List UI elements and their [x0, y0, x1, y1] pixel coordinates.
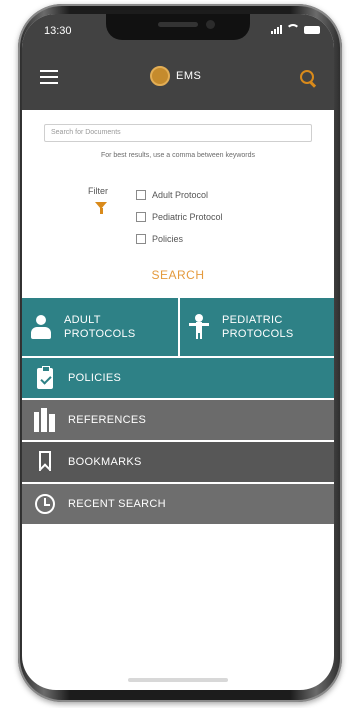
app-header: EMS: [22, 48, 334, 110]
adult-protocols-tile[interactable]: ADULT PROTOCOLS: [22, 298, 178, 356]
tile-label: ADULT PROTOCOLS: [64, 313, 136, 341]
checkbox-policies[interactable]: Policies: [136, 228, 223, 250]
filter-options: Adult Protocol Pediatric Protocol Polici…: [136, 184, 223, 250]
brand: EMS: [150, 66, 201, 86]
bookmarks-tile[interactable]: BOOKMARKS: [22, 440, 334, 482]
clipboard-icon: [32, 365, 58, 391]
checkbox-label: Pediatric Protocol: [152, 212, 223, 222]
checkbox-adult-protocol[interactable]: Adult Protocol: [136, 184, 223, 206]
checkbox-label: Policies: [152, 234, 184, 244]
tile-label-line: PROTOCOLS: [64, 328, 136, 340]
checkbox-box[interactable]: [136, 212, 146, 222]
bookmark-icon: [32, 449, 58, 475]
app-screen: 13:30 EMS Search for Documents For best …: [22, 14, 334, 690]
policies-tile[interactable]: POLICIES: [22, 356, 334, 398]
tile-label-line: PROTOCOLS: [222, 328, 294, 340]
phone-notch: [106, 14, 250, 40]
tile-label: POLICIES: [68, 372, 122, 384]
checkbox-box[interactable]: [136, 234, 146, 244]
protocol-row: ADULT PROTOCOLS PEDIATRIC PROTOCOLS: [22, 298, 334, 356]
brand-title: EMS: [176, 70, 202, 82]
status-time: 13:30: [44, 25, 72, 37]
battery-icon: [304, 26, 320, 34]
books-icon: [32, 407, 58, 433]
filter-icon: [95, 202, 107, 214]
logo-icon: [150, 66, 170, 86]
child-icon: [186, 314, 212, 340]
tile-label-line: ADULT: [64, 314, 101, 326]
checkbox-label: Adult Protocol: [152, 190, 209, 200]
menu-tiles: ADULT PROTOCOLS PEDIATRIC PROTOCOLS POLI…: [22, 298, 334, 524]
clock-icon: [32, 491, 58, 517]
camera: [206, 20, 215, 29]
signal-icon: [271, 25, 282, 34]
search-input[interactable]: Search for Documents: [44, 124, 312, 142]
search-icon[interactable]: [300, 70, 317, 88]
search-button[interactable]: SEARCH: [22, 268, 334, 282]
menu-icon[interactable]: [40, 70, 58, 84]
status-icons: [271, 24, 320, 34]
home-indicator: [128, 678, 228, 682]
speaker: [158, 22, 198, 27]
references-tile[interactable]: REFERENCES: [22, 398, 334, 440]
person-icon: [28, 314, 54, 340]
pediatric-protocols-tile[interactable]: PEDIATRIC PROTOCOLS: [178, 298, 334, 356]
checkbox-box[interactable]: [136, 190, 146, 200]
tile-label-line: PEDIATRIC: [222, 314, 283, 326]
tile-label: REFERENCES: [68, 414, 147, 426]
tile-label: BOOKMARKS: [68, 456, 142, 468]
tile-label: PEDIATRIC PROTOCOLS: [222, 313, 294, 341]
checkbox-pediatric-protocol[interactable]: Pediatric Protocol: [136, 206, 223, 228]
tile-label: RECENT SEARCH: [68, 498, 166, 510]
filter-label: Filter: [88, 186, 108, 196]
search-hint: For best results, use a comma between ke…: [100, 152, 256, 159]
wifi-icon: [286, 24, 300, 34]
recent-search-tile[interactable]: RECENT SEARCH: [22, 482, 334, 524]
